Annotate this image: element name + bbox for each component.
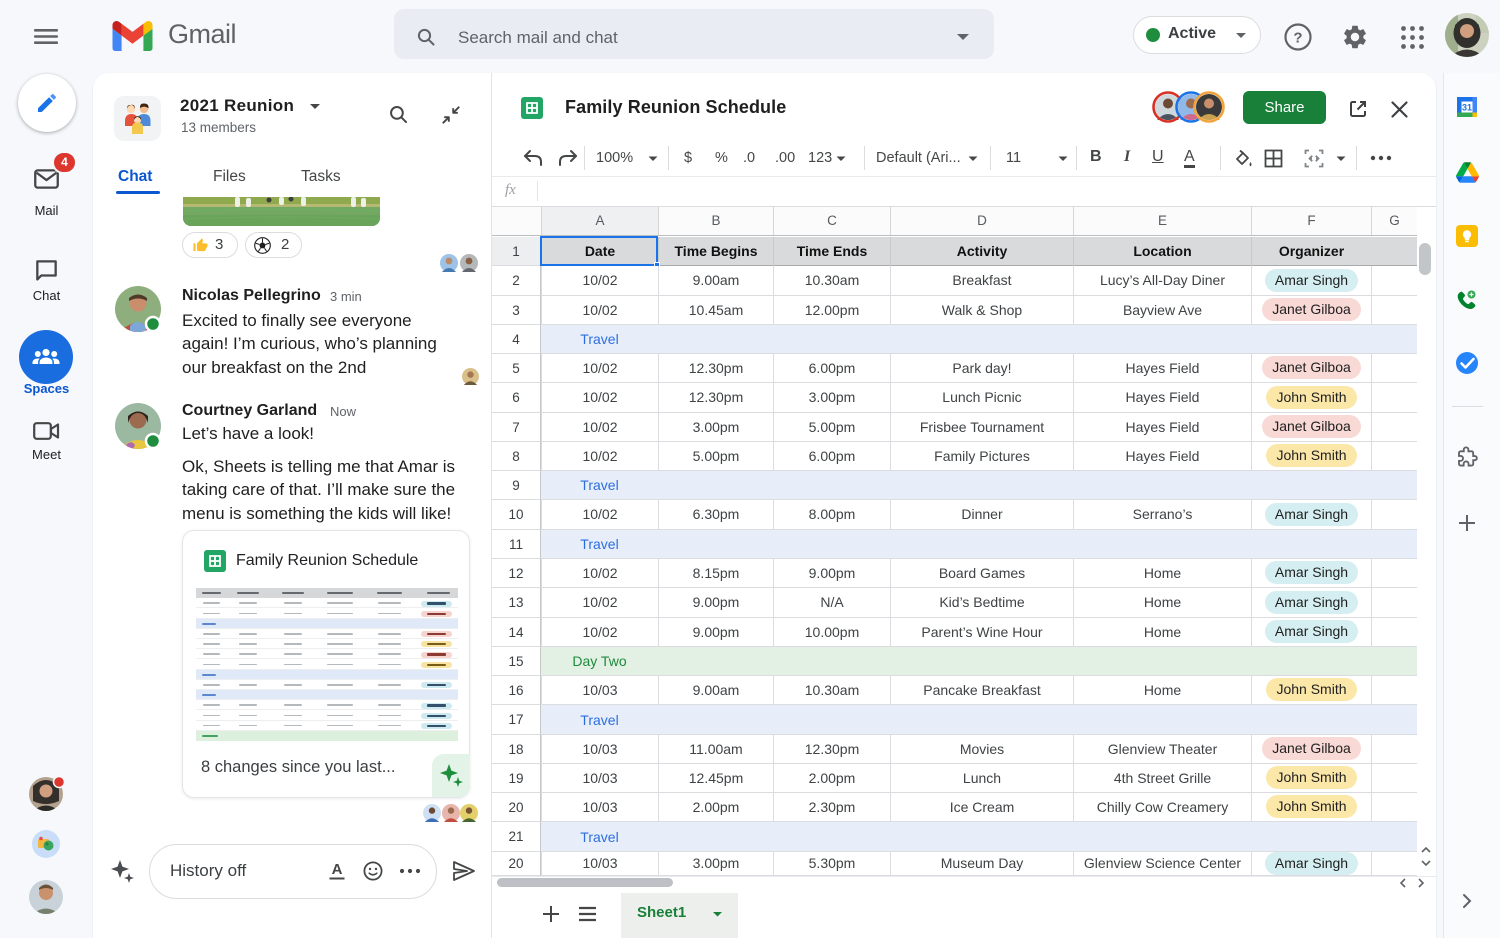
svg-text:A: A xyxy=(332,861,343,878)
svg-text:?: ? xyxy=(1293,30,1302,47)
svg-text:31: 31 xyxy=(1462,103,1472,113)
